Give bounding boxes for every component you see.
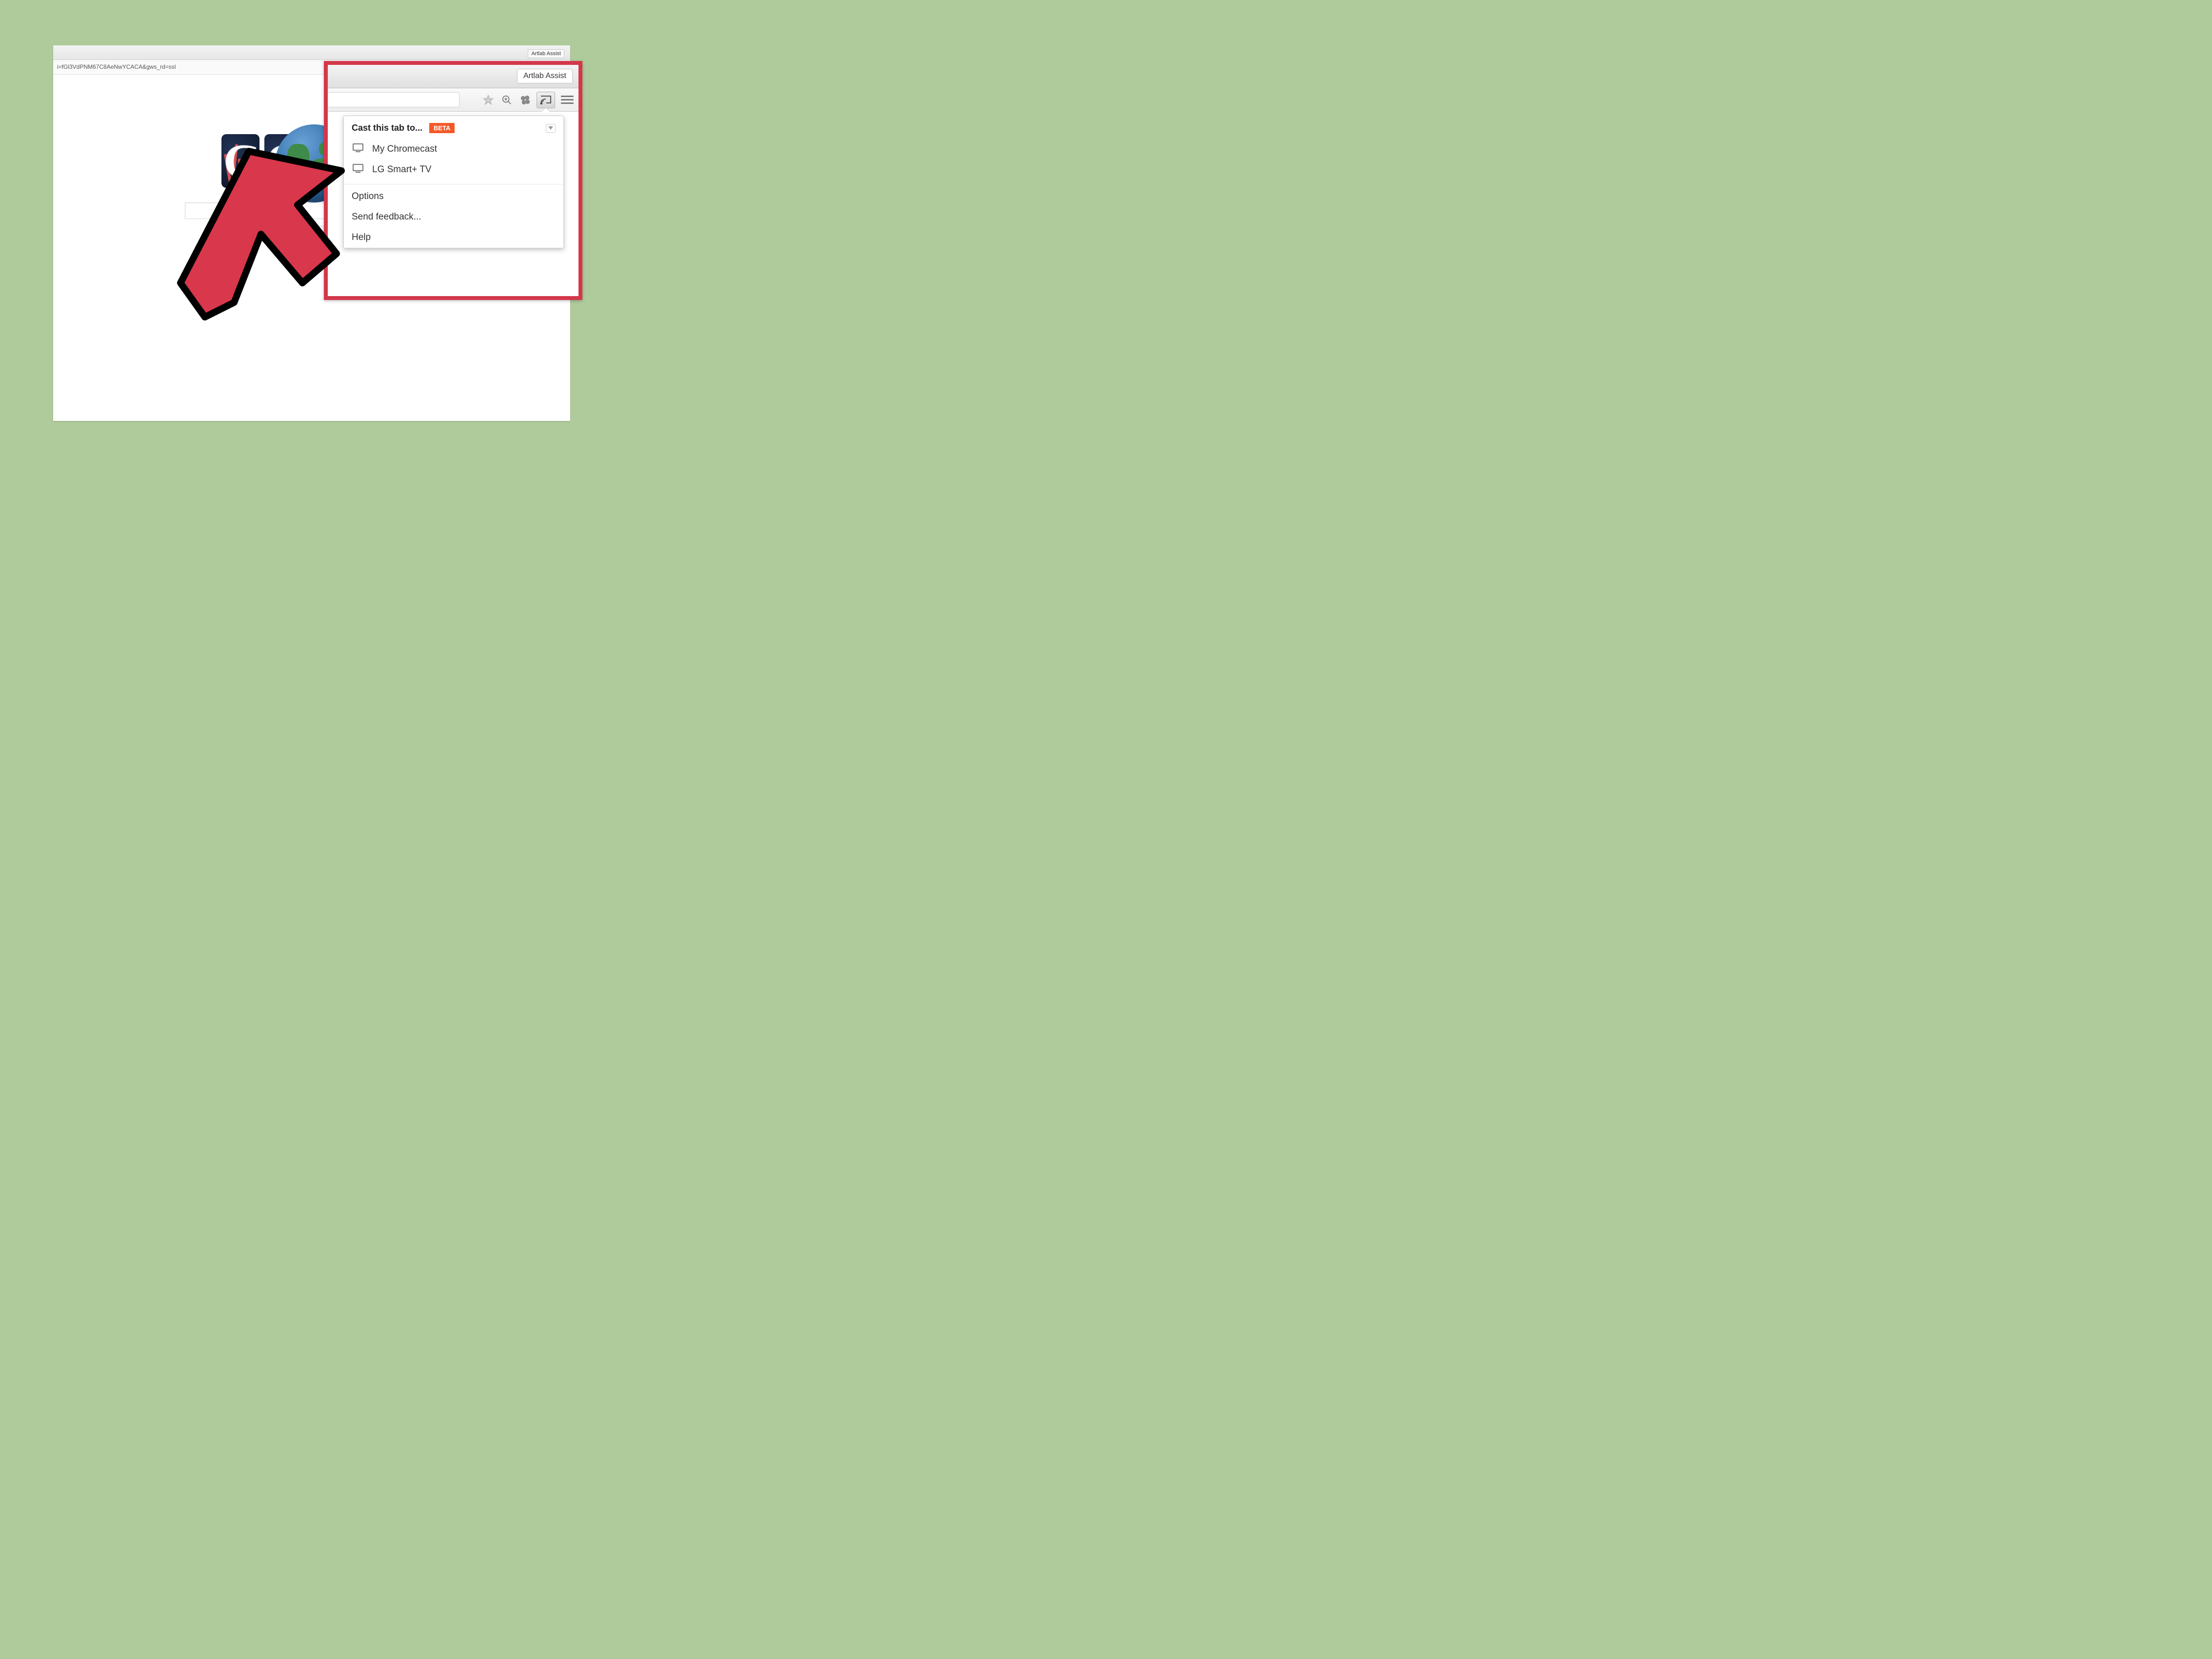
cast-dropdown: Cast this tab to... BETA My Chromecast L… [343,116,564,248]
cast-send-feedback[interactable]: Send feedback... [344,207,563,227]
hamburger-menu-icon[interactable] [561,96,574,104]
extension-media-icon[interactable] [518,93,533,107]
zoom-icon[interactable] [499,93,514,107]
device-tv-icon [353,143,363,155]
cast-help[interactable]: Help [344,227,563,248]
cast-device-lg[interactable]: LG Smart+ TV [344,160,563,180]
cast-button[interactable] [537,92,555,108]
zoom-overlay: Artlab Assist [324,61,582,300]
beta-badge: BETA [429,123,455,133]
device-tv-icon [353,164,363,176]
cast-options[interactable]: Options [344,186,563,207]
artlab-assist-button-back[interactable]: Artlab Assist [528,49,564,58]
cast-device-label: LG Smart+ TV [372,164,432,175]
artlab-assist-button[interactable]: Artlab Assist [517,69,573,83]
zoom-titlebar: Artlab Assist [328,65,578,88]
cast-dropdown-header: Cast this tab to... BETA [344,116,563,139]
back-titlebar [53,45,570,60]
cast-title: Cast this tab to... [352,123,422,133]
cast-device-chromecast[interactable]: My Chromecast [344,139,563,160]
address-bar[interactable] [328,92,459,107]
zoom-toolbar [328,88,578,112]
doodle-letter: G [221,134,259,188]
cast-dropdown-toggle[interactable] [546,124,556,133]
cast-device-label: My Chromecast [372,144,437,154]
bookmark-star-icon[interactable] [481,93,496,107]
